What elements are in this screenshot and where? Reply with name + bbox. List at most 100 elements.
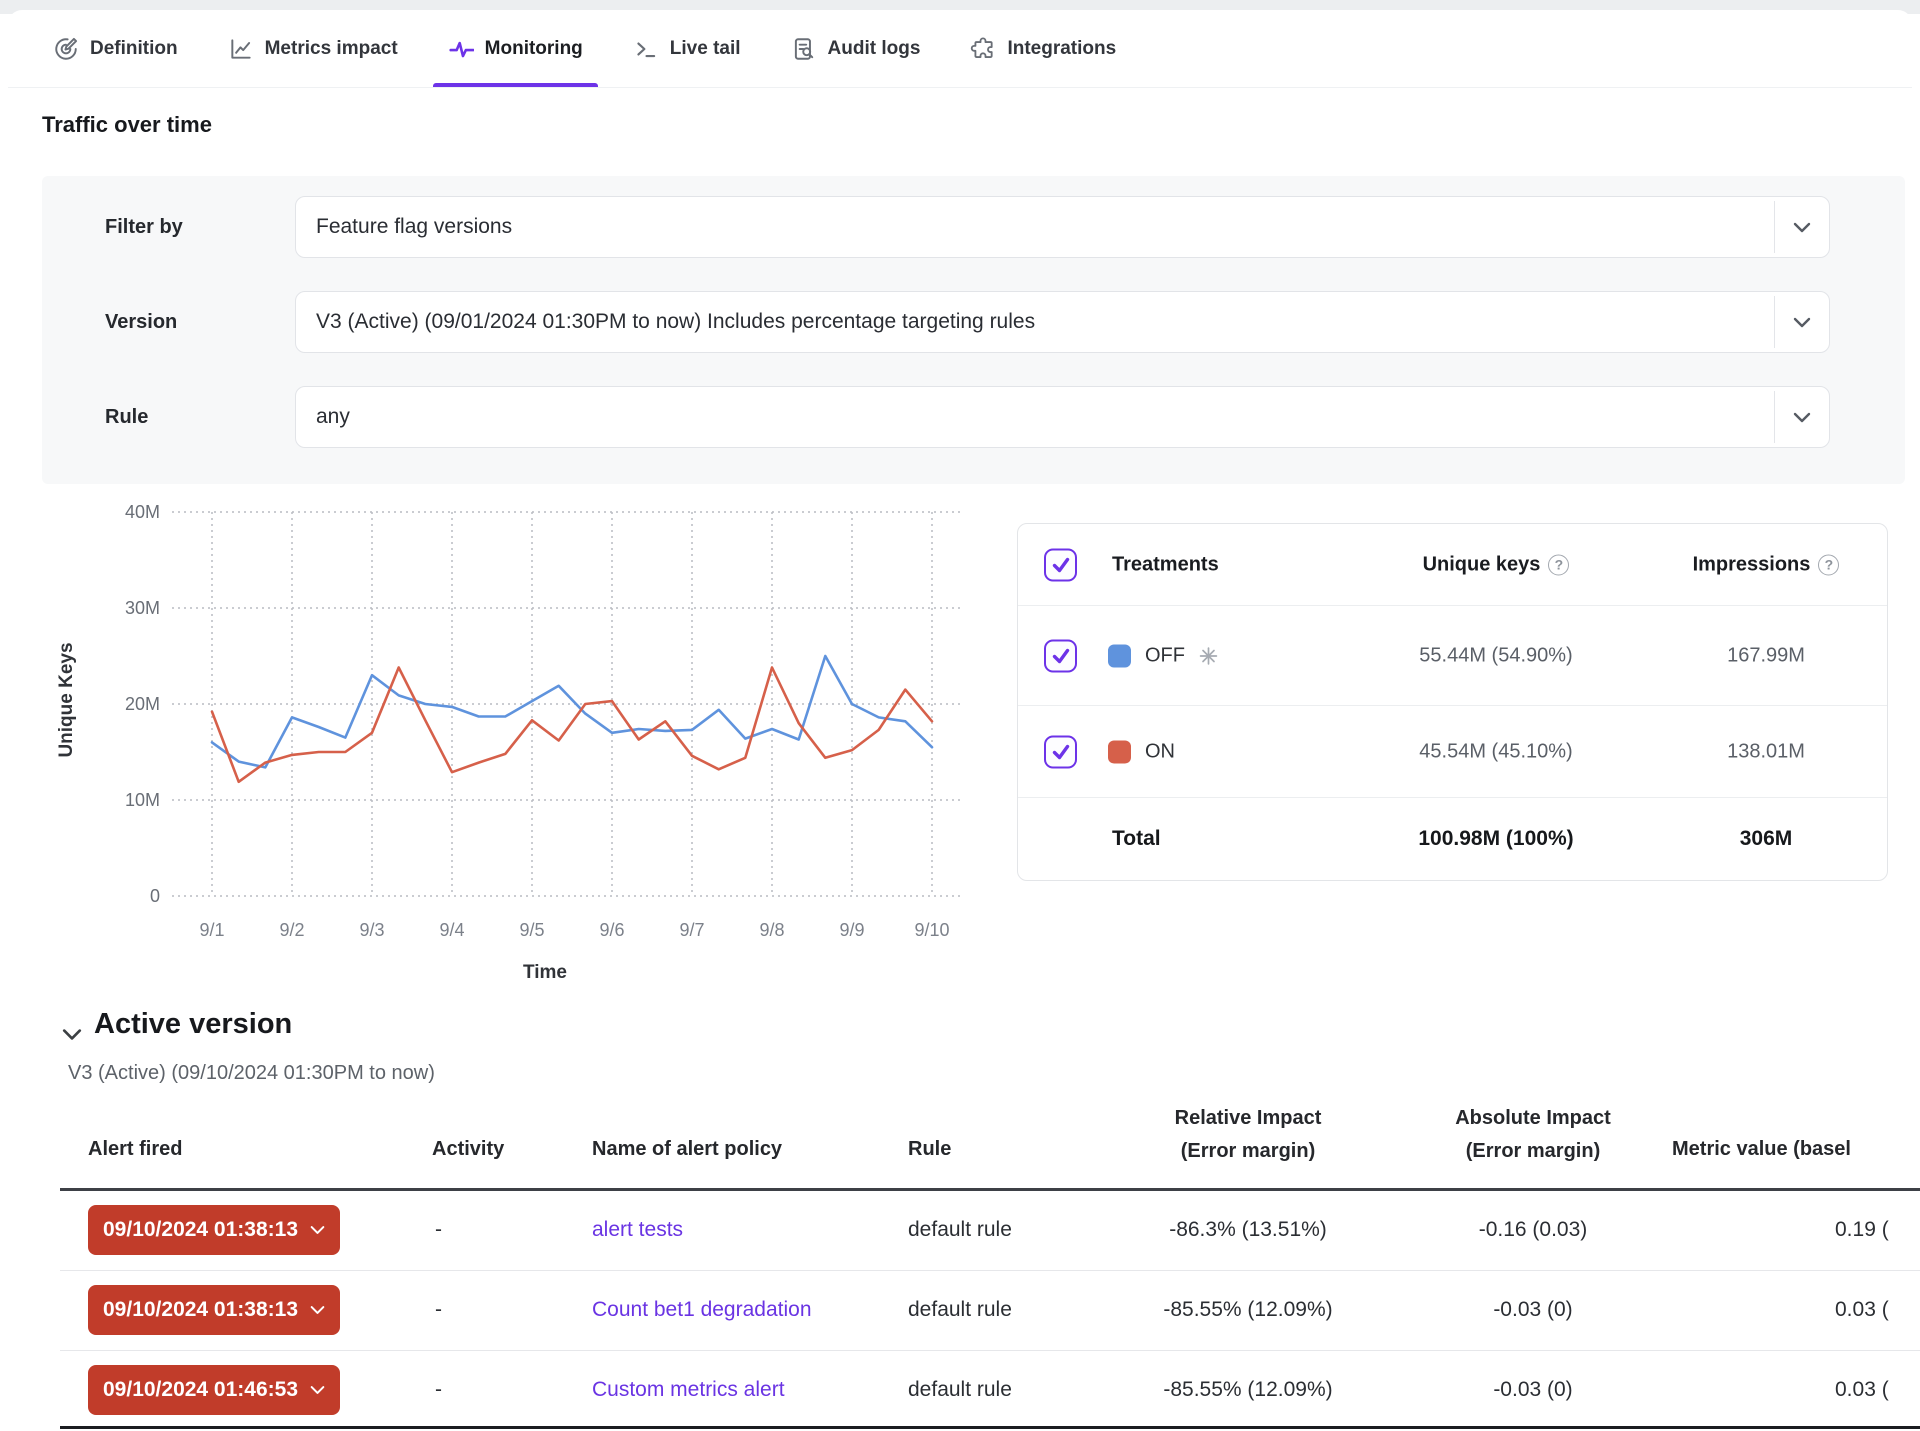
- svg-text:Unique Keys: Unique Keys: [56, 642, 77, 757]
- rule-cell: default rule: [908, 1298, 1012, 1322]
- rule-select[interactable]: any: [295, 386, 1830, 448]
- svg-text:9/7: 9/7: [679, 920, 704, 940]
- svg-text:10M: 10M: [125, 790, 160, 810]
- filter-panel: Filter by Feature flag versions Version …: [42, 176, 1905, 484]
- treatment-name: OFF: [1145, 644, 1185, 667]
- svg-text:0: 0: [150, 886, 160, 906]
- alert-fired-badge[interactable]: 09/10/2024 01:38:13: [88, 1285, 340, 1335]
- tab-label: Monitoring: [485, 38, 583, 60]
- tab-label: Metrics impact: [265, 38, 398, 60]
- svg-text:9/5: 9/5: [519, 920, 544, 940]
- alert-row: 09/10/2024 01:38:13 - Count bet1 degrada…: [0, 1270, 1920, 1350]
- svg-text:9/8: 9/8: [759, 920, 784, 940]
- table-bottom-border: [60, 1426, 1920, 1429]
- select-all-checkbox[interactable]: [1044, 548, 1077, 581]
- default-treatment-icon: [1199, 646, 1218, 665]
- alert-row: 09/10/2024 01:38:13 - alert tests defaul…: [0, 1190, 1920, 1270]
- puzzle-icon: [970, 36, 996, 62]
- activity-cell: -: [435, 1298, 442, 1322]
- active-version-subtitle: V3 (Active) (09/10/2024 01:30PM to now): [68, 1062, 435, 1085]
- treatments-panel: Treatments Unique keys ? Impressions ? O…: [1017, 523, 1888, 881]
- chart-line-icon: [228, 36, 254, 62]
- page-title: Traffic over time: [42, 112, 212, 138]
- active-version-title: Active version: [94, 1008, 292, 1041]
- rule-value: any: [296, 405, 1774, 429]
- treatments-header-row: Treatments Unique keys ? Impressions ?: [1018, 524, 1887, 606]
- document-search-icon: [791, 36, 817, 62]
- relative-impact-cell: -86.3% (13.51%): [1098, 1218, 1398, 1242]
- metric-value-cell: 0.03 (: [1835, 1378, 1889, 1402]
- unique-keys-value: 55.44M (54.90%): [1346, 644, 1646, 667]
- alert-fired-badge[interactable]: 09/10/2024 01:38:13: [88, 1205, 340, 1255]
- on-series-swatch: [1108, 740, 1131, 763]
- on-checkbox[interactable]: [1044, 735, 1077, 768]
- metric-value-cell: 0.03 (: [1835, 1298, 1889, 1322]
- svg-text:20M: 20M: [125, 694, 160, 714]
- treatment-row-on: ON 45.54M (45.10%) 138.01M: [1018, 706, 1887, 798]
- tab-definition[interactable]: Definition: [38, 10, 193, 87]
- tab-label: Definition: [90, 38, 178, 60]
- collapse-chevron-icon[interactable]: [62, 1028, 82, 1046]
- chevron-down-icon: [310, 1385, 325, 1395]
- relative-impact-cell: -85.55% (12.09%): [1098, 1378, 1398, 1402]
- svg-text:40M: 40M: [125, 502, 160, 522]
- total-impressions: 306M: [1616, 827, 1916, 851]
- target-edit-icon: [53, 36, 79, 62]
- version-label: Version: [105, 291, 177, 353]
- rule-cell: default rule: [908, 1378, 1012, 1402]
- off-checkbox[interactable]: [1044, 639, 1077, 672]
- alert-row: 09/10/2024 01:46:53 - Custom metrics ale…: [0, 1350, 1920, 1430]
- alert-fired-badge[interactable]: 09/10/2024 01:46:53: [88, 1365, 340, 1415]
- tab-label: Live tail: [670, 38, 741, 60]
- svg-text:9/6: 9/6: [599, 920, 624, 940]
- alert-policy-link[interactable]: Custom metrics alert: [592, 1378, 785, 1402]
- pulse-icon: [448, 36, 474, 62]
- alert-policy-link[interactable]: Count bet1 degradation: [592, 1298, 812, 1322]
- active-tab-underline: [433, 83, 598, 87]
- col-header-relative-impact: Relative Impact(Error margin): [1098, 1102, 1398, 1168]
- filter-by-select[interactable]: Feature flag versions: [295, 196, 1830, 258]
- tab-monitoring[interactable]: Monitoring: [433, 10, 598, 87]
- rule-cell: default rule: [908, 1218, 1012, 1242]
- chevron-down-icon[interactable]: [1775, 222, 1829, 233]
- treatment-name: ON: [1145, 740, 1175, 763]
- activity-cell: -: [435, 1218, 442, 1242]
- impressions-value: 167.99M: [1616, 644, 1916, 667]
- impressions-value: 138.01M: [1616, 740, 1916, 763]
- tab-audit-logs[interactable]: Audit logs: [776, 10, 936, 87]
- tab-label: Audit logs: [828, 38, 921, 60]
- svg-text:9/2: 9/2: [279, 920, 304, 940]
- col-header-alert-fired: Alert fired: [88, 1138, 182, 1161]
- version-select[interactable]: V3 (Active) (09/01/2024 01:30PM to now) …: [295, 291, 1830, 353]
- col-header-activity: Activity: [432, 1138, 504, 1161]
- filter-by-label: Filter by: [105, 196, 183, 258]
- absolute-impact-cell: -0.16 (0.03): [1383, 1218, 1683, 1242]
- chevron-down-icon[interactable]: [1775, 412, 1829, 423]
- unique-keys-column-header: Unique keys: [1423, 553, 1541, 576]
- help-icon[interactable]: ?: [1548, 554, 1569, 575]
- svg-text:9/1: 9/1: [199, 920, 224, 940]
- treatments-total-row: Total 100.98M (100%) 306M: [1018, 798, 1887, 880]
- tab-live-tail[interactable]: Live tail: [618, 10, 756, 87]
- svg-text:9/4: 9/4: [439, 920, 464, 940]
- col-header-rule: Rule: [908, 1138, 951, 1161]
- tab-metrics-impact[interactable]: Metrics impact: [213, 10, 413, 87]
- total-label: Total: [1112, 827, 1161, 851]
- alert-policy-link[interactable]: alert tests: [592, 1218, 683, 1242]
- col-header-policy-name: Name of alert policy: [592, 1138, 782, 1161]
- chevron-down-icon[interactable]: [1775, 317, 1829, 328]
- tab-integrations[interactable]: Integrations: [955, 10, 1131, 87]
- help-icon[interactable]: ?: [1818, 554, 1839, 575]
- total-unique-keys: 100.98M (100%): [1346, 827, 1646, 851]
- chevron-down-icon: [310, 1225, 325, 1235]
- relative-impact-cell: -85.55% (12.09%): [1098, 1298, 1398, 1322]
- tab-bar: Definition Metrics impact Monitoring Liv…: [8, 10, 1912, 88]
- treatment-row-off: OFF 55.44M (54.90%) 167.99M: [1018, 606, 1887, 706]
- impressions-column-header: Impressions: [1693, 553, 1811, 576]
- absolute-impact-cell: -0.03 (0): [1383, 1298, 1683, 1322]
- rule-label: Rule: [105, 386, 148, 448]
- treatments-column-header: Treatments: [1112, 553, 1219, 576]
- svg-text:9/10: 9/10: [914, 920, 949, 940]
- filter-by-value: Feature flag versions: [296, 215, 1774, 239]
- col-header-absolute-impact: Absolute Impact(Error margin): [1383, 1102, 1683, 1168]
